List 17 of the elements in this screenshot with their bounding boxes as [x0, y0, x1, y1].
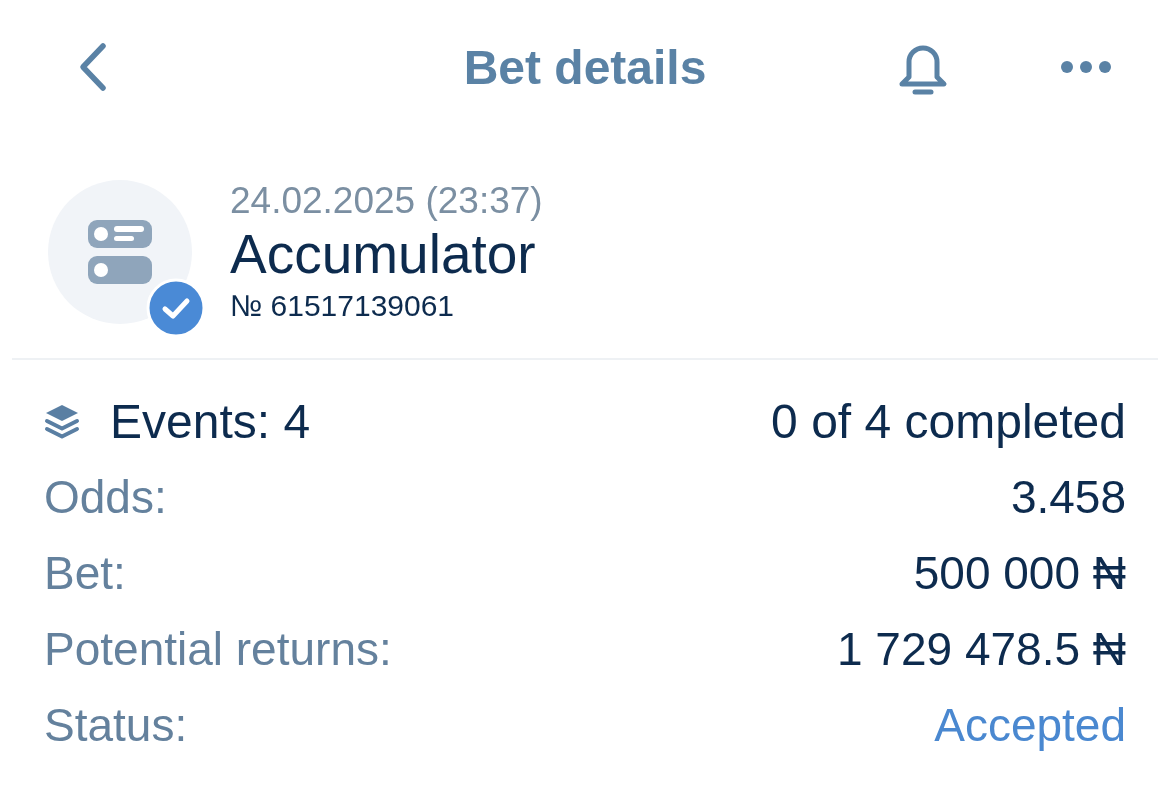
status-value: Accepted [934, 698, 1126, 752]
layers-icon [44, 403, 80, 439]
list-icon [48, 180, 192, 324]
detail-value: 3.458 [1010, 470, 1126, 524]
detail-label: Potential returns: [44, 622, 392, 676]
detail-value: 1 729 478.5 ₦ [837, 622, 1126, 676]
detail-value: 500 000 ₦ [913, 546, 1126, 600]
completed-count: 0 of 4 completed [771, 393, 1126, 449]
bet-number: № 61517139061 [230, 288, 456, 324]
page-title: Bet details [463, 39, 707, 95]
detail-label: Status: [44, 698, 188, 752]
bet-type: Accumulator [230, 222, 537, 286]
more-icon[interactable] [1060, 60, 1112, 74]
detail-label: Bet: [44, 546, 126, 600]
events-count: Events: 4 [110, 393, 311, 449]
detail-label: Odds: [44, 470, 167, 524]
bet-date: 24.02.2025 (23:37) [230, 180, 543, 222]
